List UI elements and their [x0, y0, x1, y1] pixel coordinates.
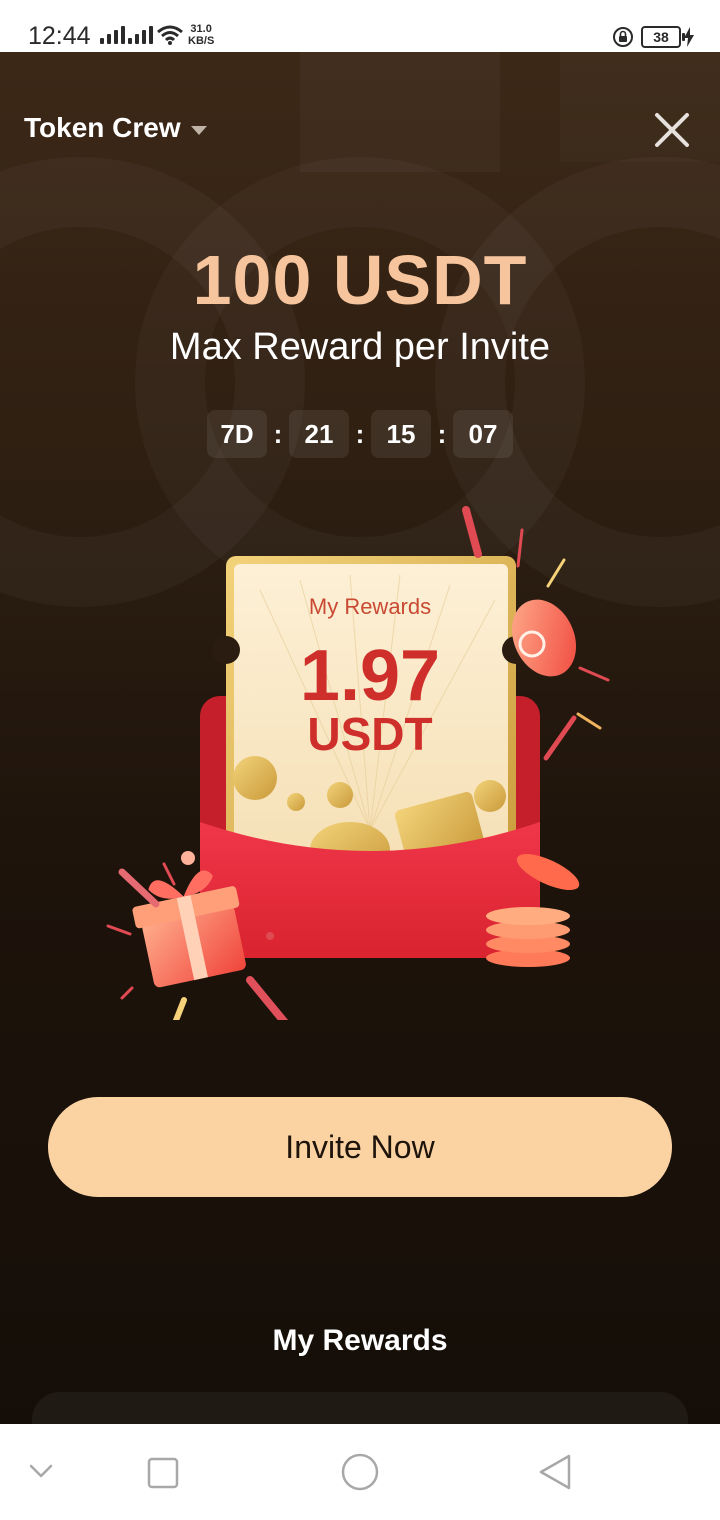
ticket-unit: USDT: [307, 708, 433, 760]
ticket-title: My Rewards: [308, 594, 432, 619]
countdown-hours: 21: [289, 410, 349, 458]
crew-title: Token Crew: [24, 112, 181, 143]
invite-screen: Token Crew 100 USDT Max Reward per Invit…: [0, 52, 720, 1424]
square-icon[interactable]: [146, 1456, 180, 1490]
countdown-separator: :: [437, 418, 447, 449]
charging-icon: [684, 27, 694, 47]
battery-icon: 38: [641, 26, 685, 48]
close-icon[interactable]: [652, 110, 692, 150]
signal-icon-2: [128, 24, 153, 44]
countdown-separator: :: [355, 418, 365, 449]
ticket-amount: 1.97: [299, 636, 441, 716]
system-nav-bar: [0, 1424, 720, 1520]
network-speed: 31.0 KB/S: [188, 23, 214, 47]
signal-icon: [100, 24, 125, 44]
countdown-days: 7D: [207, 410, 267, 458]
status-bar: 12:44 31.0 KB/S 38: [0, 0, 720, 52]
caret-down-icon: [190, 125, 207, 135]
triangle-back-icon[interactable]: [536, 1452, 574, 1492]
countdown-separator: :: [273, 418, 283, 449]
invite-now-button[interactable]: Invite Now: [48, 1097, 672, 1197]
chevron-down-icon[interactable]: [28, 1462, 54, 1480]
countdown-minutes: 15: [371, 410, 431, 458]
max-reward-amount: 100 USDT: [192, 241, 528, 319]
countdown-seconds: 07: [453, 410, 513, 458]
max-reward-caption: Max Reward per Invite: [169, 326, 551, 368]
wifi-icon: [157, 25, 183, 45]
rotation-lock-icon: [613, 27, 633, 47]
rewards-card: [32, 1392, 688, 1424]
crew-selector[interactable]: Token Crew: [24, 112, 207, 144]
countdown-timer: 7D : 21 : 15 : 07: [0, 410, 720, 458]
circle-icon[interactable]: [340, 1452, 380, 1492]
speed-value: 31.0: [190, 23, 212, 35]
reward-envelope-illustration: [106, 506, 610, 1020]
status-time: 12:44: [28, 22, 91, 50]
speed-unit: KB/S: [188, 35, 215, 47]
my-rewards-heading: My Rewards: [272, 1324, 448, 1357]
